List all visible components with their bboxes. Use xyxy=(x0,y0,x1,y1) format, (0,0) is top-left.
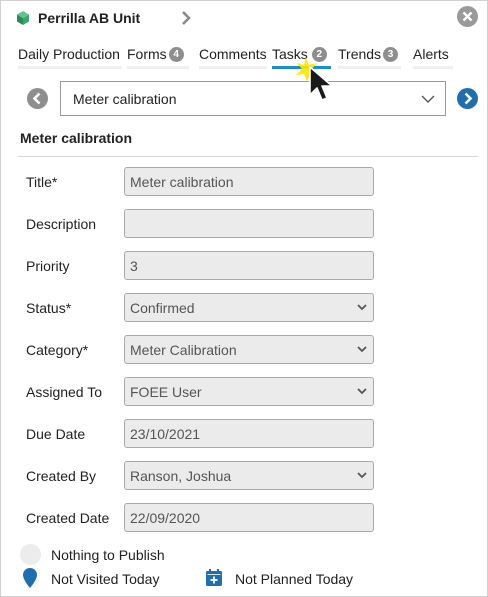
tab-underline xyxy=(199,66,267,69)
unit-title: Perrilla AB Unit xyxy=(38,10,141,26)
priority-value: 3 xyxy=(130,258,138,274)
tab-daily-production[interactable]: Daily Production xyxy=(18,43,122,69)
tab-comments[interactable]: Comments xyxy=(199,43,267,69)
tab-forms[interactable]: Forms 4 xyxy=(127,43,189,69)
task-select-dropdown[interactable]: Meter calibration xyxy=(60,81,446,116)
created-date-value: 22/09/2020 xyxy=(130,510,201,526)
tab-trends[interactable]: Trends 3 xyxy=(338,43,401,69)
category-label: Category* xyxy=(26,342,89,358)
tab-label: Alerts xyxy=(413,46,449,62)
trends-count-badge: 3 xyxy=(383,47,399,62)
description-field[interactable] xyxy=(124,209,374,238)
tab-tasks[interactable]: Tasks 2 xyxy=(272,43,331,69)
tab-underline xyxy=(338,66,401,69)
description-label: Description xyxy=(26,216,97,232)
tab-underline xyxy=(18,66,122,69)
previous-task-button[interactable] xyxy=(27,88,48,109)
tab-label: Comments xyxy=(199,46,267,62)
category-select[interactable]: Meter Calibration xyxy=(124,335,374,364)
chevron-down-icon xyxy=(357,472,367,479)
calendar-plus-icon xyxy=(206,569,222,586)
tab-underline-active xyxy=(272,66,331,69)
assigned-to-select[interactable]: FOEE User xyxy=(124,377,374,406)
chevron-left-circle-icon xyxy=(32,92,41,105)
created-by-label: Created By xyxy=(26,468,97,484)
publish-status-icon xyxy=(20,544,41,565)
chevron-down-icon xyxy=(357,304,367,311)
forms-count-badge: 4 xyxy=(168,47,184,62)
next-task-button[interactable] xyxy=(457,88,478,109)
chevron-down-icon xyxy=(421,95,435,103)
title-value: Meter calibration xyxy=(130,174,234,190)
status-label: Status* xyxy=(26,300,72,316)
chevron-right-circle-icon xyxy=(464,92,473,105)
priority-field[interactable]: 3 xyxy=(124,251,374,280)
created-date-label: Created Date xyxy=(26,510,110,526)
tab-label: Forms xyxy=(127,46,167,62)
section-title: Meter calibration xyxy=(20,130,133,146)
tab-label: Daily Production xyxy=(18,46,120,62)
category-value: Meter Calibration xyxy=(130,342,237,358)
priority-label: Priority xyxy=(26,258,70,274)
status-select[interactable]: Confirmed xyxy=(124,293,374,322)
assigned-to-label: Assigned To xyxy=(26,384,103,400)
created-by-select[interactable]: Ranson, Joshua xyxy=(124,461,374,490)
tab-underline xyxy=(127,66,189,69)
publish-status-text: Nothing to Publish xyxy=(51,547,165,563)
title-label: Title* xyxy=(26,174,58,190)
map-pin-icon xyxy=(23,568,37,588)
visit-status-text: Not Visited Today xyxy=(51,571,160,587)
divider xyxy=(18,156,478,157)
task-panel: Perrilla AB Unit Daily Production Forms 4… xyxy=(0,0,488,597)
tab-label: Tasks xyxy=(272,46,308,62)
assigned-to-value: FOEE User xyxy=(130,384,202,400)
created-by-value: Ranson, Joshua xyxy=(130,468,232,484)
title-field[interactable]: Meter calibration xyxy=(124,167,374,196)
due-date-label: Due Date xyxy=(26,426,86,442)
task-select-value: Meter calibration xyxy=(73,91,177,107)
panel-header: Perrilla AB Unit xyxy=(1,1,487,37)
tab-bar: Daily Production Forms 4 Comments Tasks 2 … xyxy=(1,43,487,71)
tab-underline xyxy=(413,66,453,69)
tab-alerts[interactable]: Alerts xyxy=(413,43,453,69)
chevron-down-icon xyxy=(357,346,367,353)
created-date-field[interactable]: 22/09/2020 xyxy=(124,503,374,532)
due-date-value: 23/10/2021 xyxy=(130,426,201,442)
chevron-down-icon xyxy=(357,388,367,395)
close-icon xyxy=(462,11,473,22)
chevron-right-icon[interactable] xyxy=(178,9,194,27)
close-button[interactable] xyxy=(457,6,478,27)
tab-label: Trends xyxy=(338,46,382,62)
due-date-field[interactable]: 23/10/2021 xyxy=(124,419,374,448)
plan-status-text: Not Planned Today xyxy=(235,571,354,587)
app-logo-icon xyxy=(17,11,29,25)
status-value: Confirmed xyxy=(130,300,195,316)
tasks-count-badge: 2 xyxy=(311,47,327,62)
